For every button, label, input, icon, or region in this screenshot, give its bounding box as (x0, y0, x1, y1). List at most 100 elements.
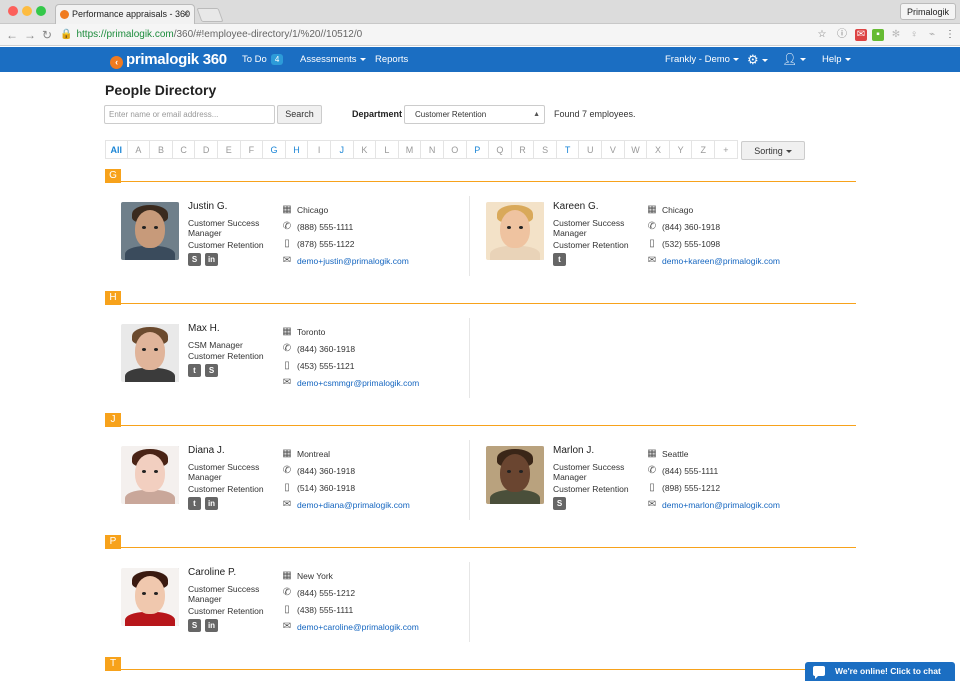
letter-filter-q[interactable]: Q (489, 140, 512, 159)
skype-icon[interactable]: S (205, 364, 218, 377)
extension-mic-icon[interactable]: ♀ (908, 29, 920, 41)
department-select[interactable]: Customer Retention ▲ (404, 105, 545, 124)
letter-filter-r[interactable]: R (511, 140, 535, 159)
browser-profile-button[interactable]: Primalogik (899, 3, 956, 20)
close-window-dot[interactable] (8, 6, 18, 16)
letter-filter-i[interactable]: I (308, 140, 331, 159)
letter-filter-g[interactable]: G (263, 140, 286, 159)
employee-name[interactable]: Justin G. (188, 201, 227, 212)
employee-photo[interactable] (121, 324, 179, 382)
nav-assessments[interactable]: Assessments (300, 47, 366, 72)
user-profile-menu[interactable]: 👤︎ (782, 47, 807, 72)
employee-name[interactable]: Diana J. (188, 445, 225, 456)
browser-menu-icon[interactable]: ⋮ (944, 29, 956, 41)
nav-reports[interactable]: Reports (375, 47, 408, 72)
url-field[interactable]: 🔒 https://primalogik.com/360/#!employee-d… (60, 27, 830, 43)
linkedin-icon[interactable]: in (205, 497, 218, 510)
nav-help[interactable]: Help (822, 47, 851, 72)
linkedin-icon[interactable]: in (205, 619, 218, 632)
employee-photo[interactable] (486, 446, 544, 504)
employee-name[interactable]: Max H. (188, 323, 220, 334)
employee-email-link[interactable]: demo+marlon@primalogik.com (662, 500, 780, 510)
employee-email-link[interactable]: demo+caroline@primalogik.com (297, 622, 419, 632)
employee-photo[interactable] (121, 446, 179, 504)
app-logo[interactable]: ‹ primalogik 360 (110, 51, 227, 69)
letter-filter-z[interactable]: Z (692, 140, 716, 159)
photo-eye (519, 226, 523, 229)
letter-filter-w[interactable]: W (624, 140, 648, 159)
letter-filter-all[interactable]: All (105, 140, 128, 159)
employee-city: Seattle (662, 449, 689, 459)
skype-icon[interactable]: S (553, 497, 566, 510)
employee-name[interactable]: Marlon J. (553, 445, 594, 456)
minimize-window-dot[interactable] (22, 6, 32, 16)
employee-card[interactable]: Diana J. Customer Success Manager Customer… (121, 445, 451, 518)
photo-shoulders (125, 368, 175, 382)
linkedin-icon[interactable]: in (205, 253, 218, 266)
nav-todo[interactable]: To Do 4 (242, 47, 284, 72)
letter-filter-d[interactable]: D (195, 140, 218, 159)
employee-card[interactable]: Justin G. Customer Success Manager Custome… (121, 201, 451, 274)
letter-filter-s[interactable]: S (534, 140, 557, 159)
employee-card[interactable]: Caroline P. Customer Success Manager Custo… (121, 567, 451, 640)
twitter-icon[interactable]: t (553, 253, 566, 266)
employee-photo[interactable] (121, 568, 179, 626)
info-icon[interactable]: ⓘ (836, 29, 848, 41)
letter-filter-t[interactable]: T (556, 140, 580, 159)
employee-photo[interactable] (486, 202, 544, 260)
extension-mail-icon[interactable]: ✉ (855, 29, 867, 41)
forward-arrow-icon[interactable]: → (24, 27, 36, 43)
letter-filter-b[interactable]: B (150, 140, 173, 159)
employee-email-link[interactable]: demo+justin@primalogik.com (297, 256, 409, 266)
letter-filter-a[interactable]: A (127, 140, 151, 159)
extension-tool-icon[interactable]: ⌁ (926, 29, 938, 41)
search-input[interactable] (104, 105, 275, 124)
employee-name[interactable]: Caroline P. (188, 567, 236, 578)
employee-email-link[interactable]: demo+csmmgr@primalogik.com (297, 378, 419, 388)
letter-filter-h[interactable]: H (285, 140, 309, 159)
close-tab-icon[interactable]: × (183, 5, 189, 24)
search-button[interactable]: Search (277, 105, 322, 124)
letter-filter-o[interactable]: O (443, 140, 467, 159)
browser-tab[interactable]: Performance appraisals - 360 × (55, 4, 195, 24)
twitter-icon[interactable]: t (188, 497, 201, 510)
nav-user-account[interactable]: Frankly - Demo (665, 47, 739, 72)
employee-email-link[interactable]: demo+kareen@primalogik.com (662, 256, 780, 266)
letter-filter-y[interactable]: Y (669, 140, 693, 159)
letter-filter-j[interactable]: J (330, 140, 354, 159)
settings-gear-menu[interactable]: ⚙ (747, 47, 768, 72)
letter-filter-k[interactable]: K (353, 140, 377, 159)
employee-name[interactable]: Kareen G. (553, 201, 599, 212)
letter-filter-n[interactable]: N (421, 140, 444, 159)
back-arrow-icon[interactable]: ← (6, 27, 18, 43)
employee-email-link[interactable]: demo+diana@primalogik.com (297, 500, 410, 510)
skype-icon[interactable]: S (188, 619, 201, 632)
bookmark-star-icon[interactable]: ☆ (816, 29, 828, 41)
new-tab-button[interactable] (196, 8, 224, 22)
letter-filter-l[interactable]: L (376, 140, 399, 159)
section-letter: P (105, 535, 121, 549)
social-links: S (553, 497, 566, 510)
employee-card[interactable]: Max H. CSM Manager Customer Retention t S ▦ To… (121, 323, 451, 396)
photo-eye (507, 470, 511, 473)
letter-filter-v[interactable]: V (602, 140, 625, 159)
skype-icon[interactable]: S (188, 253, 201, 266)
letter-filter-other[interactable]: + (715, 140, 738, 159)
employee-card[interactable]: Marlon J. Customer Success Manager Custome… (486, 445, 816, 518)
letter-filter-e[interactable]: E (217, 140, 241, 159)
reload-icon[interactable]: ↻ (42, 27, 52, 43)
employee-card[interactable]: Kareen G. Customer Success Manager Custome… (486, 201, 816, 274)
sorting-button[interactable]: Sorting (741, 141, 805, 160)
maximize-window-dot[interactable] (36, 6, 46, 16)
letter-filter-m[interactable]: M (398, 140, 422, 159)
chat-widget[interactable]: We're online! Click to chat (805, 662, 955, 681)
letter-filter-x[interactable]: X (647, 140, 670, 159)
extension-snowflake-icon[interactable]: ✻ (890, 29, 902, 41)
twitter-icon[interactable]: t (188, 364, 201, 377)
letter-filter-f[interactable]: F (240, 140, 264, 159)
employee-photo[interactable] (121, 202, 179, 260)
extension-green-icon[interactable]: ▪ (872, 29, 884, 41)
letter-filter-c[interactable]: C (172, 140, 196, 159)
letter-filter-p[interactable]: P (466, 140, 490, 159)
letter-filter-u[interactable]: U (579, 140, 603, 159)
